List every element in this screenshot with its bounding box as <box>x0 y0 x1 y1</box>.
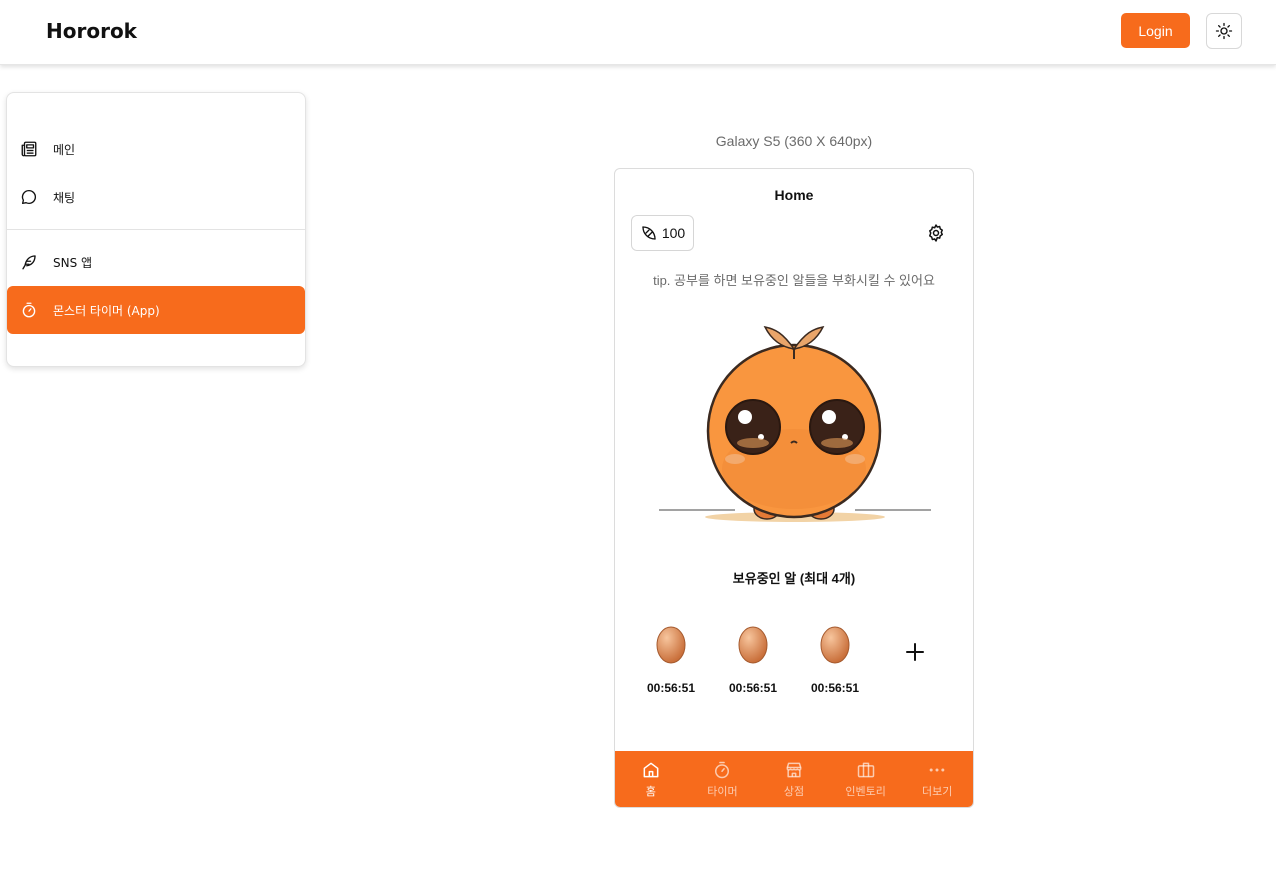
store-icon <box>786 762 802 778</box>
sidebar-item-label: SNS 앱 <box>53 255 93 270</box>
tab-store[interactable]: 상점 <box>758 751 830 807</box>
egg-icon <box>820 626 850 664</box>
more-icon <box>929 768 945 772</box>
sidebar-item-chat[interactable]: 채팅 <box>7 173 305 221</box>
feather-icon <box>20 253 38 271</box>
tab-home[interactable]: 홈 <box>615 751 687 807</box>
monster-illustration <box>659 325 931 522</box>
tab-label: 상점 <box>783 786 805 798</box>
tab-label: 더보기 <box>921 786 953 798</box>
timer-icon <box>715 761 730 779</box>
device-size-label: Galaxy S5 (360 X 640px) <box>715 133 873 149</box>
home-icon <box>643 762 659 778</box>
inventory-icon <box>857 762 874 778</box>
tab-inventory[interactable]: 인벤토리 <box>830 751 902 807</box>
coin-icon <box>642 226 656 240</box>
page-title: Home <box>774 187 814 203</box>
brand-logo[interactable]: Hororok <box>46 19 137 43</box>
sidebar-item-monster-timer[interactable]: 몬스터 타이머 (App) <box>7 286 305 334</box>
coin-balance-chip[interactable]: 100 <box>631 215 694 251</box>
login-button[interactable]: Login <box>1121 13 1190 48</box>
tip-text: tip. 공부를 하면 보유중인 알들을 부화시킬 수 있어요 <box>653 273 935 288</box>
tab-label: 홈 <box>645 786 656 798</box>
coin-count: 100 <box>661 225 686 241</box>
tab-label: 인벤토리 <box>845 786 886 798</box>
sidebar-item-sns[interactable]: SNS 앱 <box>7 238 305 286</box>
egg-timer: 00:56:51 <box>728 681 778 695</box>
sidebar-item-label: 몬스터 타이머 (App) <box>53 303 160 318</box>
egg-slot[interactable]: 00:56:51 <box>718 624 788 699</box>
gear-icon[interactable] <box>926 223 946 243</box>
sidebar-item-label: 채팅 <box>53 190 76 205</box>
sidebar-divider <box>7 229 305 230</box>
chat-bubble-icon <box>20 188 38 206</box>
theme-toggle-button[interactable] <box>1206 13 1242 49</box>
sidebar-item-label: 메인 <box>53 142 76 157</box>
add-egg-icon[interactable] <box>904 641 926 663</box>
phone-preview: Home 100 tip. 공부를 하면 보유중인 알들을 부화시킬 수 있어요 <box>614 168 974 808</box>
tab-label: 타이머 <box>707 786 738 798</box>
egg-timer: 00:56:51 <box>810 681 860 695</box>
egg-slot[interactable]: 00:56:51 <box>636 624 706 699</box>
egg-icon <box>656 626 686 664</box>
tab-timer[interactable]: 타이머 <box>687 751 759 807</box>
egg-slot[interactable]: 00:56:51 <box>800 624 870 699</box>
sidebar-menu: 메인 채팅 SNS 앱 몬스터 타이머 (App) <box>6 92 306 367</box>
egg-icon <box>738 626 768 664</box>
newspaper-icon <box>20 140 38 158</box>
stopwatch-icon <box>20 301 38 319</box>
sidebar-item-main[interactable]: 메인 <box>7 125 305 173</box>
tab-more[interactable]: 더보기 <box>901 751 973 807</box>
egg-timer: 00:56:51 <box>646 681 696 695</box>
sun-icon <box>1215 22 1233 40</box>
top-header: Hororok Login <box>0 0 1276 65</box>
eggs-section-title: 보유중인 알 (최대 4개) <box>732 571 856 586</box>
bottom-navigation: 홈 타이머 상점 인벤토리 더보기 <box>615 751 973 807</box>
